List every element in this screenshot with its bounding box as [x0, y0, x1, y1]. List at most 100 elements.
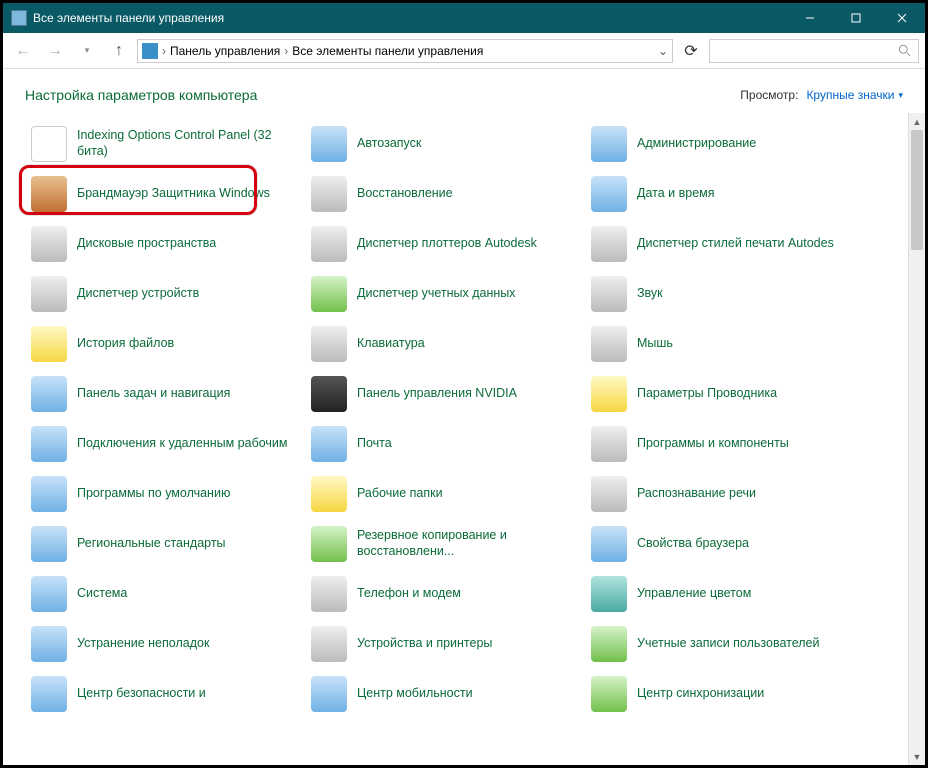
- control-panel-item[interactable]: Устранение неполадок: [25, 619, 305, 669]
- item-icon: [311, 576, 347, 612]
- item-label: Автозапуск: [357, 136, 421, 152]
- scroll-down-icon[interactable]: ▼: [909, 748, 925, 765]
- address-bar[interactable]: › Панель управления › Все элементы панел…: [137, 39, 673, 63]
- item-label: Программы по умолчанию: [77, 486, 230, 502]
- item-icon: [591, 326, 627, 362]
- item-icon: [591, 676, 627, 712]
- control-panel-item[interactable]: Свойства браузера: [585, 519, 865, 569]
- item-label: Устранение неполадок: [77, 636, 209, 652]
- item-label: Мышь: [637, 336, 673, 352]
- control-panel-item[interactable]: Центр безопасности и: [25, 669, 305, 719]
- control-panel-item[interactable]: Диспетчер учетных данных: [305, 269, 585, 319]
- minimize-button[interactable]: [787, 3, 833, 33]
- control-panel-item[interactable]: Центр мобильности: [305, 669, 585, 719]
- item-icon: [31, 626, 67, 662]
- control-panel-item[interactable]: Мышь: [585, 319, 865, 369]
- search-input[interactable]: [709, 39, 919, 63]
- vertical-scrollbar[interactable]: ▲ ▼: [908, 113, 925, 765]
- item-label: Звук: [637, 286, 663, 302]
- control-panel-item[interactable]: Региональные стандарты: [25, 519, 305, 569]
- item-label: Диспетчер учетных данных: [357, 286, 516, 302]
- control-panel-item[interactable]: Восстановление: [305, 169, 585, 219]
- control-panel-item[interactable]: Брандмауэр Защитника Windows: [25, 169, 305, 219]
- item-icon: [31, 376, 67, 412]
- control-panel-item[interactable]: Диспетчер плоттеров Autodesk: [305, 219, 585, 269]
- item-icon: [31, 476, 67, 512]
- item-label: История файлов: [77, 336, 174, 352]
- item-icon: [31, 426, 67, 462]
- control-panel-item[interactable]: Администрирование: [585, 119, 865, 169]
- item-icon: [311, 326, 347, 362]
- item-icon: [31, 326, 67, 362]
- control-panel-item[interactable]: Клавиатура: [305, 319, 585, 369]
- breadcrumb-root[interactable]: Панель управления: [170, 44, 280, 58]
- control-panel-item[interactable]: Панель управления NVIDIA: [305, 369, 585, 419]
- window: Все элементы панели управления ← → ▾ ↑ ›…: [3, 3, 925, 765]
- item-icon: [311, 526, 347, 562]
- view-by-dropdown[interactable]: Крупные значки: [806, 88, 903, 102]
- control-panel-item[interactable]: Панель задач и навигация: [25, 369, 305, 419]
- control-panel-item[interactable]: Дисковые пространства: [25, 219, 305, 269]
- item-label: Распознавание речи: [637, 486, 756, 502]
- item-icon: [31, 526, 67, 562]
- item-label: Дисковые пространства: [77, 236, 216, 252]
- item-icon: [31, 176, 67, 212]
- item-label: Клавиатура: [357, 336, 425, 352]
- control-panel-item[interactable]: История файлов: [25, 319, 305, 369]
- item-label: Брандмауэр Защитника Windows: [77, 186, 270, 202]
- app-icon: [11, 10, 27, 26]
- item-icon: [591, 376, 627, 412]
- control-panel-item[interactable]: Резервное копирование и восстановлени...: [305, 519, 585, 569]
- control-panel-item[interactable]: Центр синхронизации: [585, 669, 865, 719]
- control-panel-item[interactable]: Автозапуск: [305, 119, 585, 169]
- control-panel-item[interactable]: Программы и компоненты: [585, 419, 865, 469]
- item-label: Дата и время: [637, 186, 715, 202]
- forward-button[interactable]: →: [41, 37, 69, 65]
- item-label: Рабочие папки: [357, 486, 443, 502]
- item-label: Центр безопасности и: [77, 686, 206, 702]
- control-panel-item[interactable]: Indexing Options Control Panel (32 бита): [25, 119, 305, 169]
- control-panel-item[interactable]: Подключения к удаленным рабочим: [25, 419, 305, 469]
- control-panel-item[interactable]: Диспетчер устройств: [25, 269, 305, 319]
- back-button[interactable]: ←: [9, 37, 37, 65]
- content-area: Indexing Options Control Panel (32 бита)…: [3, 113, 925, 765]
- view-by-label: Просмотр:: [740, 88, 798, 102]
- refresh-button[interactable]: ⟳: [677, 41, 705, 61]
- control-panel-item[interactable]: Устройства и принтеры: [305, 619, 585, 669]
- maximize-button[interactable]: [833, 3, 879, 33]
- up-button[interactable]: ↑: [105, 37, 133, 65]
- item-label: Панель управления NVIDIA: [357, 386, 517, 402]
- address-dropdown-icon[interactable]: ⌄: [658, 44, 668, 58]
- control-panel-item[interactable]: Звук: [585, 269, 865, 319]
- item-icon: [311, 376, 347, 412]
- control-panel-item[interactable]: Рабочие папки: [305, 469, 585, 519]
- item-icon: [311, 126, 347, 162]
- control-panel-item[interactable]: Программы по умолчанию: [25, 469, 305, 519]
- item-icon: [591, 476, 627, 512]
- control-panel-item[interactable]: Учетные записи пользователей: [585, 619, 865, 669]
- control-panel-item[interactable]: Дата и время: [585, 169, 865, 219]
- recent-locations-button[interactable]: ▾: [73, 37, 101, 65]
- item-icon: [591, 526, 627, 562]
- scroll-thumb[interactable]: [911, 130, 923, 250]
- control-panel-item[interactable]: Распознавание речи: [585, 469, 865, 519]
- item-label: Центр синхронизации: [637, 686, 764, 702]
- control-panel-icon: [142, 43, 158, 59]
- control-panel-item[interactable]: Параметры Проводника: [585, 369, 865, 419]
- item-icon: [591, 126, 627, 162]
- item-icon: [31, 276, 67, 312]
- control-panel-item[interactable]: Диспетчер стилей печати Autodes: [585, 219, 865, 269]
- close-button[interactable]: [879, 3, 925, 33]
- control-panel-item[interactable]: Телефон и модем: [305, 569, 585, 619]
- control-panel-item[interactable]: Управление цветом: [585, 569, 865, 619]
- scroll-up-icon[interactable]: ▲: [909, 113, 925, 130]
- item-label: Устройства и принтеры: [357, 636, 492, 652]
- item-icon: [311, 676, 347, 712]
- item-icon: [591, 576, 627, 612]
- titlebar: Все элементы панели управления: [3, 3, 925, 33]
- navbar: ← → ▾ ↑ › Панель управления › Все элемен…: [3, 33, 925, 69]
- item-label: Подключения к удаленным рабочим: [77, 436, 288, 452]
- breadcrumb-current[interactable]: Все элементы панели управления: [292, 44, 483, 58]
- control-panel-item[interactable]: Почта: [305, 419, 585, 469]
- control-panel-item[interactable]: Система: [25, 569, 305, 619]
